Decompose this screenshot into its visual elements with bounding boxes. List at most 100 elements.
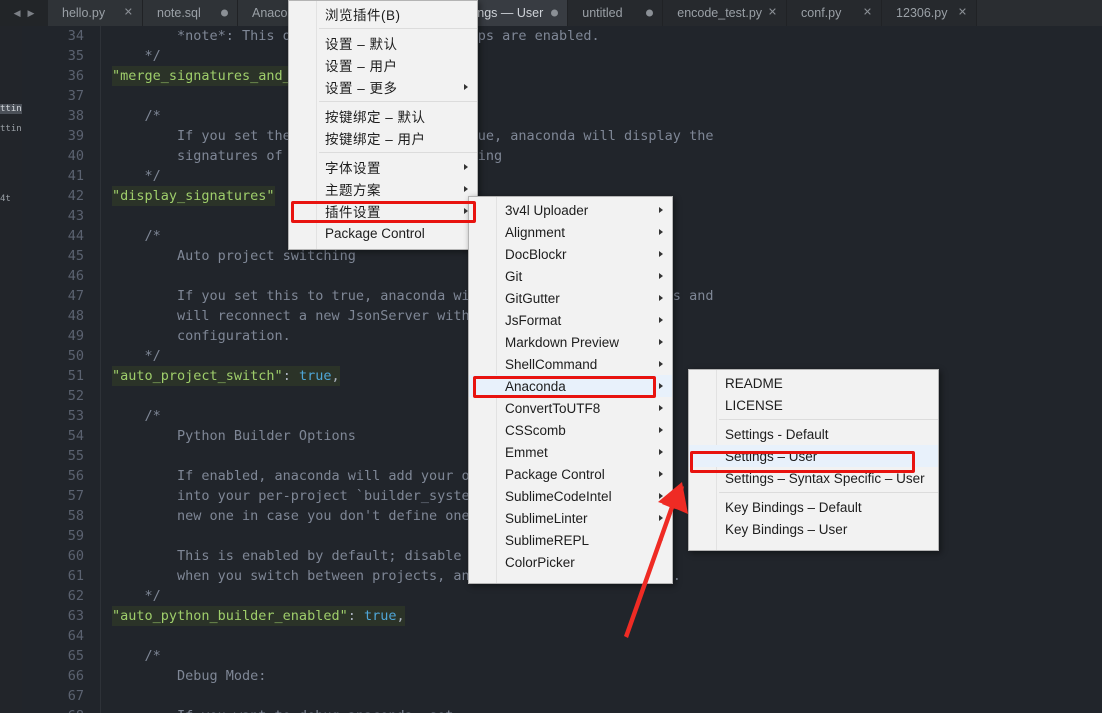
menu-item-docblockr[interactable]: DocBlockr bbox=[469, 243, 672, 265]
menu-item-label: 主题方案 bbox=[325, 183, 381, 198]
menu-item-key-bindings-default[interactable]: Key Bindings – Default bbox=[689, 496, 938, 518]
arrow-left-icon[interactable]: ◀ bbox=[14, 8, 21, 18]
preferences-menu[interactable]: 浏览插件(B) 设置 – 默认设置 – 用户 设置 – 更多按键绑定 – 默认按键绑… bbox=[288, 0, 478, 250]
line-text: */ bbox=[112, 348, 161, 364]
tab-12306-py[interactable]: 12306.py ✕ bbox=[882, 0, 978, 26]
menu-item-浏览插件-b-[interactable]: 浏览插件(B) bbox=[289, 3, 477, 25]
menu-item-sublimerepl[interactable]: SublimeREPL bbox=[469, 529, 672, 551]
menu-item-license[interactable]: LICENSE bbox=[689, 394, 938, 416]
chevron-right-icon bbox=[659, 251, 663, 257]
line-number: 63 bbox=[67, 608, 84, 624]
code-line: 35 */ bbox=[0, 46, 1102, 66]
menu-item-package-control[interactable]: Package Control bbox=[469, 463, 672, 485]
menu-item-sublimelinter[interactable]: SublimeLinter bbox=[469, 507, 672, 529]
line-number: 36 bbox=[67, 68, 84, 84]
menu-item-shellcommand[interactable]: ShellCommand bbox=[469, 353, 672, 375]
tab-note-sql[interactable]: note.sql bbox=[143, 0, 238, 26]
line-text: "display_signatures" bbox=[112, 186, 275, 206]
close-icon[interactable]: ✕ bbox=[124, 7, 133, 19]
menu-item-label: README bbox=[725, 375, 783, 391]
code-line: 39 If you set the following option to tr… bbox=[0, 126, 1102, 146]
line-number: 52 bbox=[67, 388, 84, 404]
menu-item-label: 设置 – 默认 bbox=[325, 37, 398, 52]
tab-hello-py[interactable]: hello.py ✕ bbox=[48, 0, 143, 26]
menu-item-按键绑定-默认[interactable]: 按键绑定 – 默认 bbox=[289, 105, 477, 127]
code-line: 38 /* bbox=[0, 106, 1102, 126]
unsaved-dot-icon[interactable] bbox=[646, 9, 654, 17]
menu-item-设置-默认[interactable]: 设置 – 默认 bbox=[289, 32, 477, 54]
line-number: 43 bbox=[67, 208, 84, 224]
close-icon[interactable]: ✕ bbox=[768, 7, 777, 19]
menu-item-label: ConvertToUTF8 bbox=[505, 400, 601, 416]
menu-item-label: Package Control bbox=[325, 225, 425, 241]
menu-item-插件设置[interactable]: 插件设置 bbox=[289, 200, 477, 222]
line-text: */ bbox=[112, 168, 161, 184]
chevron-right-icon bbox=[659, 361, 663, 367]
menu-item-label: DocBlockr bbox=[505, 246, 567, 262]
menu-item-key-bindings-user[interactable]: Key Bindings – User bbox=[689, 518, 938, 540]
code-line: 63 "auto_python_builder_enabled": true, bbox=[0, 606, 1102, 626]
line-number: 54 bbox=[67, 428, 84, 444]
menu-item-anaconda[interactable]: Anaconda bbox=[469, 375, 672, 397]
menu-item-字体设置[interactable]: 字体设置 bbox=[289, 156, 477, 178]
chevron-right-icon bbox=[464, 186, 468, 192]
menu-item-converttoutf8[interactable]: ConvertToUTF8 bbox=[469, 397, 672, 419]
menu-item-jsformat[interactable]: JsFormat bbox=[469, 309, 672, 331]
anaconda-submenu[interactable]: README LICENSE Settings - Default Settings … bbox=[688, 369, 939, 551]
line-text: Python Builder Options bbox=[112, 428, 356, 444]
menu-item-label: Settings – Syntax Specific – User bbox=[725, 470, 925, 486]
menu-item-readme[interactable]: README bbox=[689, 372, 938, 394]
tab-untitled[interactable]: untitled bbox=[568, 0, 664, 26]
tab-nav-buttons[interactable]: ◀ ▶ bbox=[0, 0, 48, 26]
menu-item-csscomb[interactable]: CSScomb bbox=[469, 419, 672, 441]
menu-item-package-control[interactable]: Package Control bbox=[289, 222, 477, 244]
menu-item-label: 按键绑定 – 默认 bbox=[325, 110, 426, 125]
menu-item-主题方案[interactable]: 主题方案 bbox=[289, 178, 477, 200]
menu-item-markdown-preview[interactable]: Markdown Preview bbox=[469, 331, 672, 353]
menu-item-label: Settings – User bbox=[725, 448, 818, 464]
line-text: "auto_python_builder_enabled": true, bbox=[112, 606, 405, 626]
line-number: 62 bbox=[67, 588, 84, 604]
menu-item-label: SublimeLinter bbox=[505, 510, 588, 526]
line-number: 50 bbox=[67, 348, 84, 364]
menu-item-git[interactable]: Git bbox=[469, 265, 672, 287]
tab-encode-test-py[interactable]: encode_test.py ✕ bbox=[663, 0, 788, 26]
menu-item-设置-更多[interactable]: 设置 – 更多 bbox=[289, 76, 477, 98]
tab-label: hello.py bbox=[62, 6, 106, 20]
close-icon[interactable]: ✕ bbox=[863, 7, 872, 19]
package-settings-submenu[interactable]: 3v4l Uploader Alignment DocBlockr Git GitGut… bbox=[468, 196, 673, 584]
menu-item-gitgutter[interactable]: GitGutter bbox=[469, 287, 672, 309]
line-number: 35 bbox=[67, 48, 84, 64]
menu-item-sublimecodeintel[interactable]: SublimeCodeIntel bbox=[469, 485, 672, 507]
close-icon[interactable]: ✕ bbox=[958, 7, 967, 19]
tab-conf-py[interactable]: conf.py ✕ bbox=[787, 0, 883, 26]
chevron-right-icon bbox=[659, 229, 663, 235]
menu-item-label: 3v4l Uploader bbox=[505, 202, 589, 218]
menu-item-3v4l-uploader[interactable]: 3v4l Uploader bbox=[469, 199, 672, 221]
chevron-right-icon bbox=[659, 317, 663, 323]
menu-item-按键绑定-用户[interactable]: 按键绑定 – 用户 bbox=[289, 127, 477, 149]
line-number: 34 bbox=[67, 28, 84, 44]
line-text: /* bbox=[112, 228, 161, 244]
code-line: 65 /* bbox=[0, 646, 1102, 666]
menu-item-settings-default[interactable]: Settings - Default bbox=[689, 423, 938, 445]
menu-item-settings-user[interactable]: Settings – User bbox=[689, 445, 938, 467]
arrow-right-icon[interactable]: ▶ bbox=[28, 8, 35, 18]
line-number: 42 bbox=[67, 188, 84, 204]
tab-label: note.sql bbox=[157, 6, 201, 20]
unsaved-dot-icon[interactable] bbox=[551, 9, 559, 17]
menu-item-label: Alignment bbox=[505, 224, 566, 240]
menu-item-alignment[interactable]: Alignment bbox=[469, 221, 672, 243]
line-number: 41 bbox=[67, 168, 84, 184]
menu-item-colorpicker[interactable]: ColorPicker bbox=[469, 551, 672, 573]
line-number: 44 bbox=[67, 228, 84, 244]
menu-item-settings-syntax-specific-user[interactable]: Settings – Syntax Specific – User bbox=[689, 467, 938, 489]
tab-bar: ◀ ▶ hello.py✕note.sqlAnacondaAnaconda.su… bbox=[0, 0, 1102, 27]
unsaved-dot-icon[interactable] bbox=[221, 9, 228, 17]
menu-item-设置-用户[interactable]: 设置 – 用户 bbox=[289, 54, 477, 76]
menu-item-label: SublimeREPL bbox=[505, 532, 590, 548]
menu-item-emmet[interactable]: Emmet bbox=[469, 441, 672, 463]
tab-label: encode_test.py bbox=[677, 6, 763, 20]
code-line: 66 Debug Mode: bbox=[0, 666, 1102, 686]
chevron-right-icon bbox=[464, 208, 468, 214]
